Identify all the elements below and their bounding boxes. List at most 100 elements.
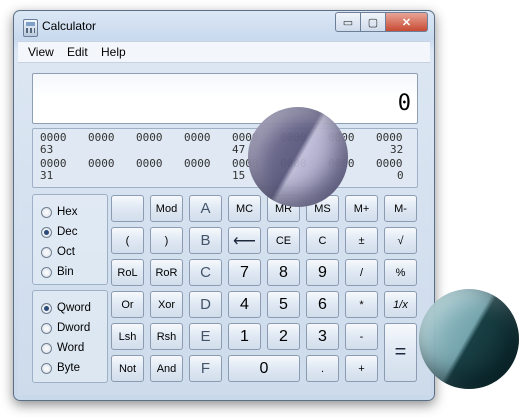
radio-bin[interactable]: Bin: [41, 265, 74, 279]
digit-5-button[interactable]: 5: [267, 291, 300, 318]
divide-button[interactable]: /: [345, 259, 378, 286]
radio-byte[interactable]: Byte: [41, 361, 80, 375]
hex-a-button[interactable]: A: [189, 195, 222, 222]
multiply-button[interactable]: *: [345, 291, 378, 318]
radio-label: Bin: [57, 266, 74, 278]
backspace-icon: ⟵: [233, 232, 256, 250]
left-shift-button[interactable]: Lsh: [111, 323, 144, 350]
and-button[interactable]: And: [150, 355, 183, 382]
hex-c-button[interactable]: C: [189, 259, 222, 286]
close-paren-button[interactable]: ): [150, 227, 183, 254]
radio-circle-icon: [41, 362, 52, 374]
menu-view[interactable]: View: [28, 45, 54, 59]
backspace-button[interactable]: ⟵: [228, 227, 261, 254]
bit-group[interactable]: 0000: [184, 158, 211, 170]
or-button[interactable]: Or: [111, 291, 144, 318]
radio-oct[interactable]: Oct: [41, 245, 75, 259]
menu-edit[interactable]: Edit: [67, 45, 88, 59]
bit-index-label: 32: [390, 143, 404, 156]
radio-label: Word: [57, 342, 85, 354]
digit-8-button[interactable]: 8: [267, 259, 300, 286]
radio-dword[interactable]: Dword: [41, 321, 90, 335]
calculator-body: 0 0000 0000 0000 0000 0000 0000 0000 000…: [18, 63, 430, 395]
open-paren-button[interactable]: (: [111, 227, 144, 254]
add-button[interactable]: +: [345, 355, 378, 382]
bit-row-lower: 0000 0000 0000 0000 0000 0000 0000 0000: [33, 158, 417, 170]
purple-orb-overlay: [248, 107, 348, 207]
memory-clear-button[interactable]: MC: [228, 195, 261, 222]
bit-index-label: 63: [40, 143, 54, 156]
bit-group[interactable]: 0000: [184, 132, 211, 144]
bit-index-label: 0: [397, 169, 404, 182]
rotate-left-button[interactable]: RoL: [111, 259, 144, 286]
radio-circle-icon: [41, 322, 52, 334]
equals-button[interactable]: =: [384, 323, 417, 382]
window-title: Calculator: [42, 19, 97, 33]
digit-4-button[interactable]: 4: [228, 291, 261, 318]
radio-label: Oct: [57, 246, 75, 258]
bit-group[interactable]: 0000: [136, 158, 163, 170]
radio-word[interactable]: Word: [41, 341, 84, 355]
memory-add-button[interactable]: M+: [345, 195, 378, 222]
binary-bit-display: 0000 0000 0000 0000 0000 0000 0000 0000 …: [32, 128, 418, 188]
bit-group[interactable]: 0000: [88, 158, 115, 170]
mod-button[interactable]: Mod: [150, 195, 183, 222]
decimal-button[interactable]: .: [306, 355, 339, 382]
bit-group[interactable]: 0000: [136, 132, 163, 144]
radio-hex[interactable]: Hex: [41, 205, 77, 219]
radio-label: Hex: [57, 206, 78, 218]
hex-f-button[interactable]: F: [189, 355, 222, 382]
square-root-button[interactable]: √: [384, 227, 417, 254]
reciprocal-button[interactable]: 1/x: [384, 291, 417, 318]
rotate-right-button[interactable]: RoR: [150, 259, 183, 286]
memory-subtract-button[interactable]: M-: [384, 195, 417, 222]
bit-index-row-upper: 63 47 32: [33, 144, 417, 156]
digit-9-button[interactable]: 9: [306, 259, 339, 286]
digit-3-button[interactable]: 3: [306, 323, 339, 350]
bit-row-upper: 0000 0000 0000 0000 0000 0000 0000 0000: [33, 132, 417, 144]
not-button[interactable]: Not: [111, 355, 144, 382]
hex-d-button[interactable]: D: [189, 291, 222, 318]
negate-button[interactable]: ±: [345, 227, 378, 254]
radio-dec[interactable]: Dec: [41, 225, 77, 239]
subtract-button[interactable]: -: [345, 323, 378, 350]
minimize-button[interactable]: ▭: [335, 12, 360, 32]
clear-button[interactable]: C: [306, 227, 339, 254]
maximize-icon: ▢: [367, 16, 379, 29]
bit-index-label: 47: [232, 143, 246, 156]
digit-0-button[interactable]: 0: [228, 355, 300, 382]
clear-entry-button[interactable]: CE: [267, 227, 300, 254]
radio-label: Dword: [57, 322, 91, 334]
digit-7-button[interactable]: 7: [228, 259, 261, 286]
digit-2-button[interactable]: 2: [267, 323, 300, 350]
xor-button[interactable]: Xor: [150, 291, 183, 318]
teal-orb-overlay: [419, 289, 519, 389]
close-button[interactable]: ✕: [385, 12, 428, 32]
radio-label: Dec: [57, 226, 78, 238]
radio-label: Qword: [57, 302, 91, 314]
bit-index-row-lower: 31 15 0: [33, 170, 417, 182]
bit-index-label: 31: [40, 169, 54, 182]
radix-group: Hex Dec Oct Bin: [32, 194, 108, 285]
radio-circle-icon: [41, 342, 52, 354]
menu-bar: View Edit Help: [18, 41, 430, 63]
radio-selected-icon: [41, 302, 52, 314]
hex-b-button[interactable]: B: [189, 227, 222, 254]
radio-label: Byte: [57, 362, 81, 374]
hex-e-button[interactable]: E: [189, 323, 222, 350]
radio-qword[interactable]: Qword: [41, 301, 91, 315]
blank-key[interactable]: [111, 195, 144, 222]
result-display: 0: [32, 73, 418, 124]
radio-circle-icon: [41, 246, 52, 258]
maximize-button[interactable]: ▢: [360, 12, 385, 32]
digit-6-button[interactable]: 6: [306, 291, 339, 318]
bit-group[interactable]: 0000: [88, 132, 115, 144]
radio-circle-icon: [41, 266, 52, 278]
bit-index-label: 15: [232, 169, 246, 182]
display-value: 0: [397, 91, 411, 116]
percent-button[interactable]: %: [384, 259, 417, 286]
right-shift-button[interactable]: Rsh: [150, 323, 183, 350]
title-bar[interactable]: Calculator ▭ ▢ ✕: [14, 11, 434, 41]
digit-1-button[interactable]: 1: [228, 323, 261, 350]
menu-help[interactable]: Help: [101, 45, 126, 59]
